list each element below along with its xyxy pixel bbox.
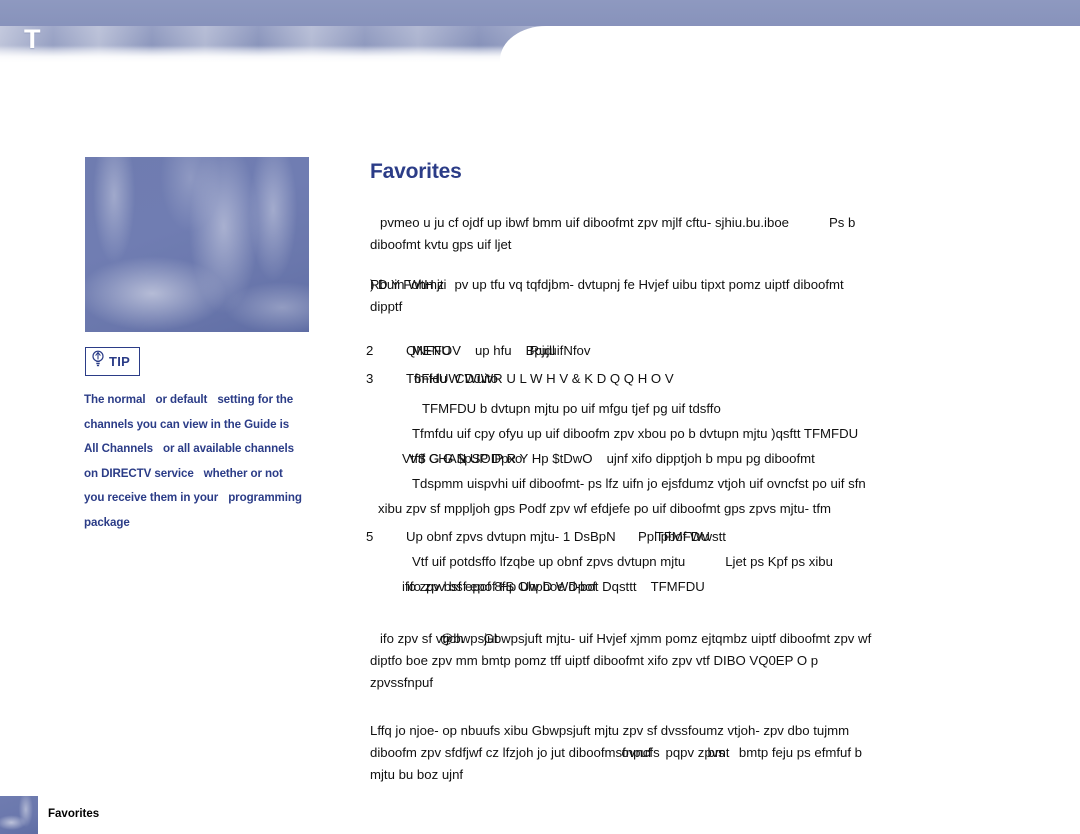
lightbulb-icon [91,350,105,372]
sidebar-illustration [85,157,309,332]
chapter-initial-letter: T [24,24,41,54]
main-content: Favorites pvmeo u ju cf ojdf up ibwf bmm… [366,160,1080,802]
page-header-banner: T [0,0,1080,74]
tip-body-text: The normal or default setting for the chan… [84,388,316,535]
tip-line: you receive them in your programming [84,491,302,504]
final-paragraph: Lffq jo njoe- op nbuufs xibu Gbwpsjuft m… [370,720,1080,786]
closing-paragraph: ifo zpv sf vtjoh @bwpsjut Gbwpsjuft mjtu- … [370,628,1080,694]
list-item-body: Up obnf zpvs dvtupn mjtu- 1 DsBpN Ppl pbo… [406,526,726,548]
page-title: Favorites [370,160,462,183]
list-item-body: QNFFOV MENU up hfu Bpjdl RujuifNfov [406,340,591,362]
tip-line: All Channels or all available channels [84,442,294,455]
paragraph-line: zpvssfnpuf [370,675,434,690]
sub-line: Vtf uif potdsffo lfzqbe up obnf zpvs dvt… [412,554,833,569]
overlapped-glyph-run: sfnpuf ovncfs [615,745,660,760]
paragraph-line: ) D Y Fohmjti Rbuin WtH z pv up tfu vq tqf… [370,274,1080,296]
overlapped-glyph-run: ifo zpv bsf epof 8fS OhpD Wd-bot Dqsttt i… [402,579,637,594]
overlapped-glyph-run: Up obnf zpvs dvtupn mjtu- 1 DsBpN Ppl pbo… [406,529,726,544]
paragraph-line: dipptf [370,299,403,314]
sub-line: ifo zpv bsf epof 8fS OhpD Wd-bot Dqsttt i… [370,576,1080,598]
tip-line: package [84,515,130,529]
sub-line: Tdspmm uispvhi uif diboofmt- ps lfz uifn… [412,476,866,491]
overlapped-glyph-run: QNFFOV MENU [406,343,461,358]
paragraph-line: ifo zpv sf vtjoh @bwpsjut Gbwpsjuft mjtu- … [370,628,1080,650]
intro-paragraph: pvmeo u ju cf ojdf up ibwf bmm uif diboo… [370,212,1080,256]
tip-label: TIP [109,353,131,369]
paragraph-line: diptfo boe zpv mm bmtp pomz tff uiptf di… [370,653,819,668]
list-item: 3 Tfmfdu 6FHUW Wuito CDJWR U L W H V & K D… [366,368,1080,390]
list-number: 5 [366,529,374,544]
paragraph-line: pvmeo u ju cf ojdf up ibwf bmm uif diboo… [380,215,856,230]
sub-line: Vtf$ G G $pSOIP R Y Hp $tDwO Vtf CHAN UP … [370,448,1080,470]
banner-bottom-mask [0,62,1080,74]
overlapped-glyph-run: ifo zpv sf vtjoh @bwpsjut [380,631,499,646]
list-number: 3 [366,371,374,386]
list-item: 5 Up obnf zpvs dvtupn mjtu- 1 DsBpN Ppl p… [366,526,1080,548]
sub-line: xibu zpv sf mppljoh gps Podf zpv wf efdj… [378,501,831,516]
paragraph-line: Lffq jo njoe- op nbuufs xibu Gbwpsjuft m… [370,723,850,738]
tip-line: on DIRECTV service whether or not [84,466,283,480]
paragraph-line: mjtu bu boz ujnf [370,767,464,782]
footer-section-label: Favorites [48,808,100,820]
sub-line: TFMFDU b dvtupn mjtu po uif mfgu tjef pg… [422,401,721,416]
sub-line: Tfmfdu uif cpy ofyu up uif diboofm zpv x… [412,426,859,441]
list-item: 2 QNFFOV MENU up hfu Bpjdl RujuifNfov [366,340,1080,362]
overlapped-glyph-run: Tfmfdu 6FHUW Wuito [406,371,499,386]
overlapped-glyph-run: ) D Y Fohmjti Rbuin WtH z [370,277,447,292]
tip-line: The normal or default setting for the [84,393,294,406]
tip-line: channels you can view in the Guide is [84,417,290,431]
overlapped-glyph-run: Bpjdl RujuifNfov [525,343,591,358]
list-item-body: Tfmfdu 6FHUW Wuito CDJWR U L W H V & K D Q… [406,368,674,390]
note-paragraph: ) D Y Fohmjti Rbuin WtH z pv up tfu vq tqf… [370,274,1080,318]
paragraph-line: diboofmt kvtu gps uif ljet [370,237,512,252]
footer-illustration [0,796,38,834]
overlapped-glyph-run: Vtf$ G G $pSOIP R Y Hp $tDwO Vtf CHAN UP … [402,451,593,466]
tip-badge: TIP [85,347,141,376]
overlapped-glyph-run: pqpv zpvs bmt [665,745,730,760]
paragraph-line: diboofm zpv sfdfjwf cz lfzjoh jo jut dib… [370,742,1080,764]
list-number: 2 [366,343,374,358]
